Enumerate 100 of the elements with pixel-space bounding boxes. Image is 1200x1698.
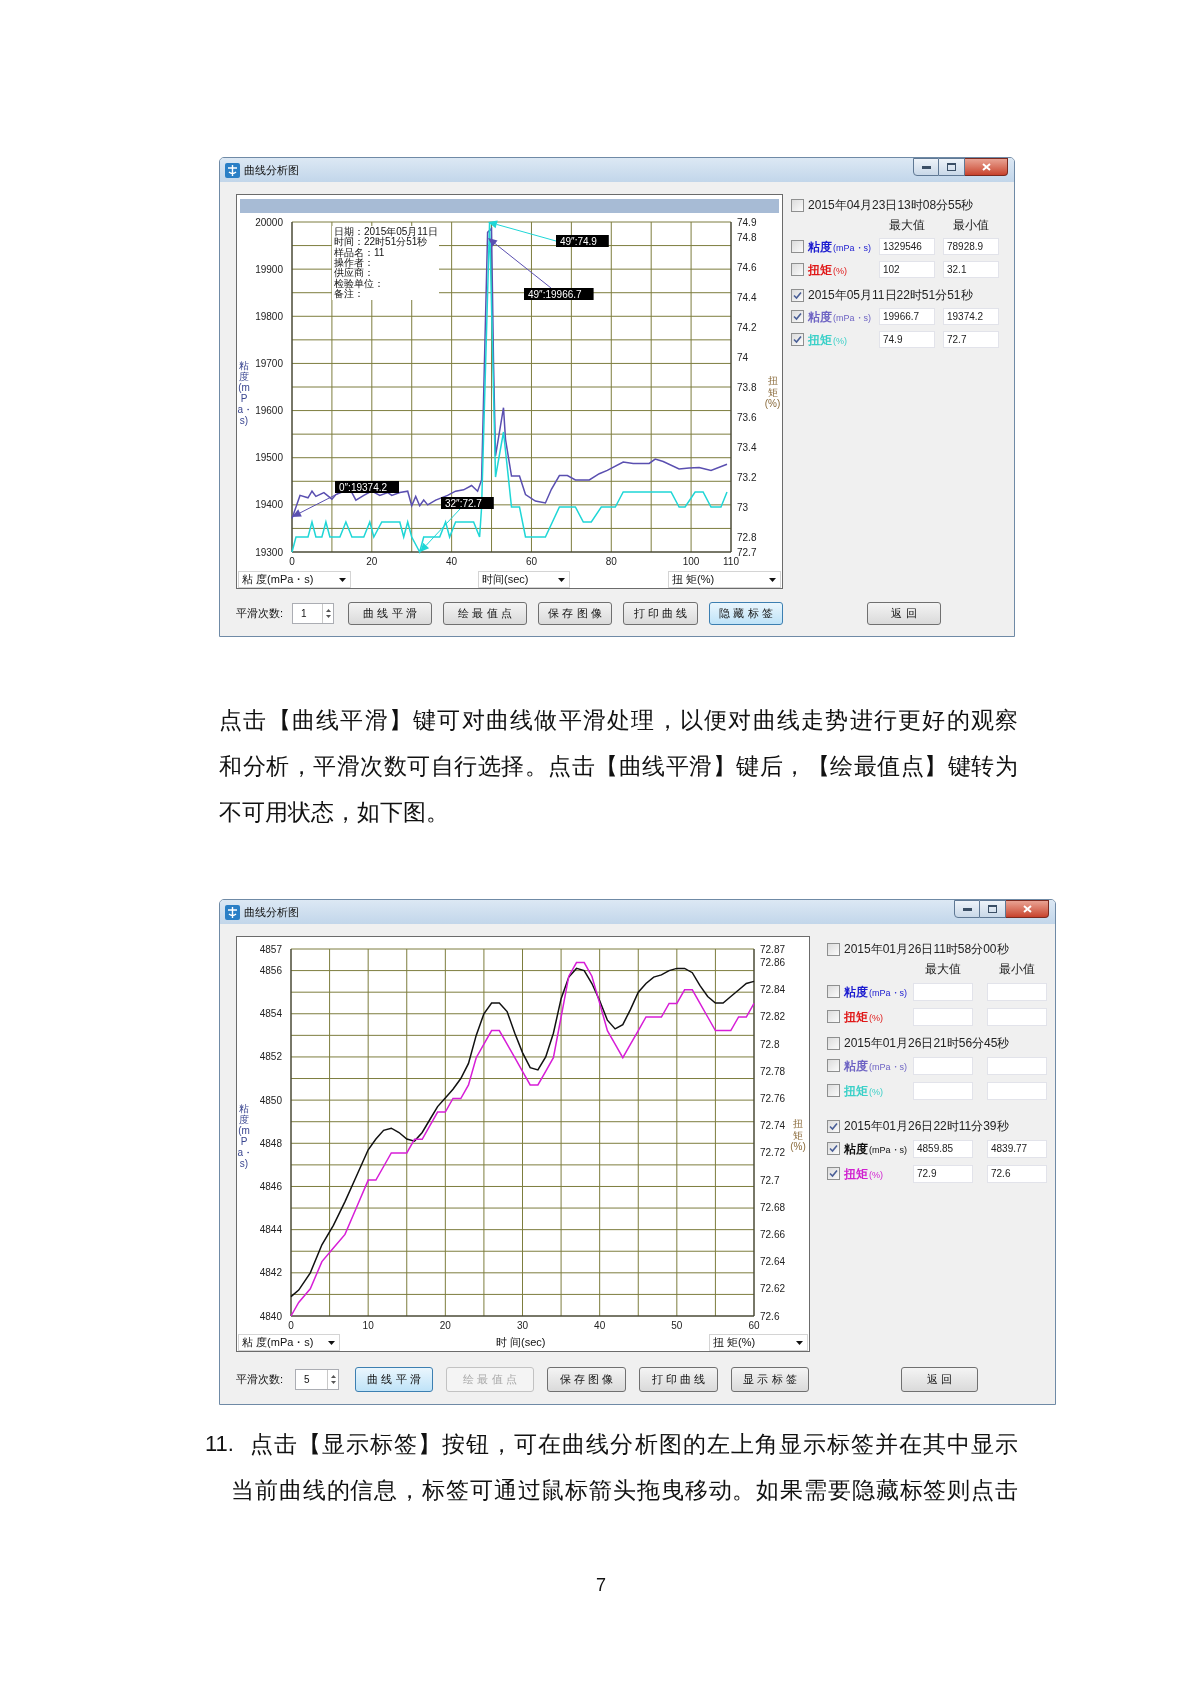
axis-title: 扭矩(%) [790, 1118, 806, 1153]
spin-down-icon[interactable] [325, 615, 331, 618]
checkbox[interactable] [827, 1010, 840, 1023]
return-button[interactable]: 返 回 [901, 1367, 978, 1392]
axis-tick-label: 72.6 [760, 1310, 780, 1322]
axis-dropdown[interactable]: 粘 度(mPa・s) [238, 571, 351, 588]
series-label: 扭矩(%) [808, 331, 848, 349]
min-field[interactable]: 32.1 [943, 261, 999, 278]
max-field[interactable] [913, 1081, 973, 1100]
close-button[interactable] [965, 158, 1008, 176]
record-date: 2015年01月26日21时56分45秒 [844, 1035, 1010, 1052]
max-field[interactable]: 74.9 [879, 331, 935, 348]
spin-up-icon[interactable] [330, 1375, 336, 1378]
series-label: 扭矩(%) [844, 1165, 884, 1183]
series-label: 粘度(mPa・s) [808, 238, 872, 256]
min-field[interactable] [987, 982, 1047, 1001]
action-button[interactable]: 打 印 曲 线 [623, 602, 698, 625]
axis-tick-label: 73.8 [737, 381, 757, 393]
min-field[interactable]: 78928.9 [943, 238, 999, 255]
maximize-button[interactable] [980, 900, 1006, 918]
value-tag: 49″:74.9 [556, 235, 609, 247]
checkbox[interactable] [791, 263, 804, 276]
axis-tick-label: 72.76 [760, 1093, 786, 1104]
minimize-button[interactable] [954, 900, 980, 918]
axis-tick-label: 72.84 [760, 984, 786, 996]
min-field[interactable]: 4839.77 [987, 1139, 1047, 1158]
info-label[interactable]: 日期：2015年05月11日 时间：22时51分51秒 样品名：11 操作者： 供应商： 检验单位： 备注： [332, 226, 439, 300]
axis-tick-label: 19500 [255, 452, 283, 464]
checkbox[interactable] [827, 1142, 840, 1155]
min-field[interactable] [987, 1081, 1047, 1100]
action-button[interactable]: 保 存 图 像 [547, 1367, 626, 1392]
action-button[interactable]: 保 存 图 像 [538, 602, 612, 625]
max-field[interactable]: 102 [879, 261, 935, 278]
max-field[interactable] [913, 1056, 973, 1075]
checkbox[interactable] [791, 333, 804, 346]
minimize-button[interactable] [913, 158, 939, 176]
min-field[interactable]: 19374.2 [943, 308, 999, 325]
maximize-button[interactable] [939, 158, 965, 176]
axis-tick-label: 60 [525, 556, 537, 567]
max-field[interactable]: 1329546 [879, 238, 935, 255]
window-title: 曲线分析图 [244, 164, 299, 177]
axis-tick-label: 4844 [259, 1224, 282, 1236]
spin-box[interactable]: 1 [292, 603, 334, 624]
record-date: 2015年01月26日11时58分00秒 [844, 941, 1009, 958]
paragraph: 点击【曲线平滑】键可对曲线做平滑处理，以便对曲线走势进行更好的观察 和分析，平滑次数可自行选择。点击【曲线平滑】键后，【绘最值点】键转为 不可用状态，如下图。 [219, 706, 1018, 827]
annotation: 32″:72.7 [445, 497, 483, 509]
checkbox[interactable] [827, 942, 840, 956]
record-date: 2015年05月11日22时51分51秒 [808, 287, 973, 304]
max-field[interactable] [913, 982, 973, 1001]
value-tag: 49″:19966.7 [524, 288, 594, 300]
action-button[interactable]: 绘 最 值 点 [443, 602, 527, 625]
axis-dropdown[interactable]: 扭 矩(%) [668, 571, 781, 588]
checkbox[interactable] [827, 1084, 840, 1097]
axis-dropdown[interactable]: 扭 矩(%) [709, 1334, 808, 1351]
checkbox[interactable] [827, 985, 840, 998]
checkbox[interactable] [791, 198, 804, 212]
max-field[interactable]: 19966.7 [879, 308, 935, 325]
axis-tick-label: 72.68 [760, 1201, 786, 1213]
checkbox[interactable] [791, 288, 804, 302]
max-field[interactable] [913, 1007, 973, 1026]
close-button[interactable] [1006, 900, 1049, 918]
app-icon [225, 905, 240, 920]
checkbox[interactable] [827, 1119, 840, 1133]
axis-tick-label: 80 [605, 556, 617, 567]
record-date: 2015年01月26日22时11分39秒 [844, 1118, 1009, 1135]
checkbox[interactable] [827, 1167, 840, 1180]
axis-tick-label: 4856 [259, 965, 282, 977]
min-field[interactable] [987, 1056, 1047, 1075]
action-button[interactable]: 打 印 曲 线 [639, 1367, 718, 1392]
spin-up-icon[interactable] [325, 609, 331, 612]
min-field[interactable]: 72.6 [987, 1164, 1047, 1183]
axis-tick-label: 19700 [255, 357, 283, 369]
max-field[interactable]: 4859.85 [913, 1139, 973, 1158]
paragraph: 点击【显示标签】按钮，可在曲线分析图的左上角显示标签并在其中显示 当前曲线的信息，标签可通过鼠标箭头拖曳移动。如果需要隐藏标签则点击 [231, 1430, 1018, 1505]
axis-tick-label: 72.87 [760, 943, 786, 955]
min-field[interactable]: 72.7 [943, 331, 999, 348]
spin-down-icon[interactable] [330, 1381, 336, 1384]
axis-label: 时 间(sec) [496, 1335, 546, 1351]
max-field[interactable]: 72.9 [913, 1164, 973, 1183]
checkbox[interactable] [791, 240, 804, 253]
axis-dropdown[interactable]: 粘 度(mPa・s) [238, 1334, 340, 1351]
action-button[interactable]: 显 示 标 签 [731, 1367, 809, 1392]
min-field[interactable] [987, 1007, 1047, 1026]
axis-tick-label: 4857 [259, 943, 282, 955]
checkbox[interactable] [827, 1036, 840, 1050]
minimize-icon [921, 165, 931, 169]
close-icon [981, 163, 991, 171]
action-button[interactable]: 隐 藏 标 签 [709, 602, 783, 625]
axis-tick-label: 100 [682, 556, 700, 567]
value-tag: 32″:72.7 [441, 497, 494, 509]
checkbox[interactable] [827, 1059, 840, 1072]
action-button[interactable]: 曲 线 平 滑 [348, 602, 432, 625]
axis-tick-label: 74.4 [737, 291, 757, 303]
return-button[interactable]: 返 回 [867, 602, 941, 625]
window-title: 曲线分析图 [244, 906, 299, 919]
axis-tick-label: 72.86 [760, 957, 786, 969]
axis-dropdown[interactable]: 时间(sec) [478, 571, 570, 588]
checkbox[interactable] [791, 310, 804, 323]
spin-box[interactable]: 5 [295, 1369, 339, 1390]
action-button[interactable]: 曲 线 平 滑 [355, 1367, 433, 1392]
